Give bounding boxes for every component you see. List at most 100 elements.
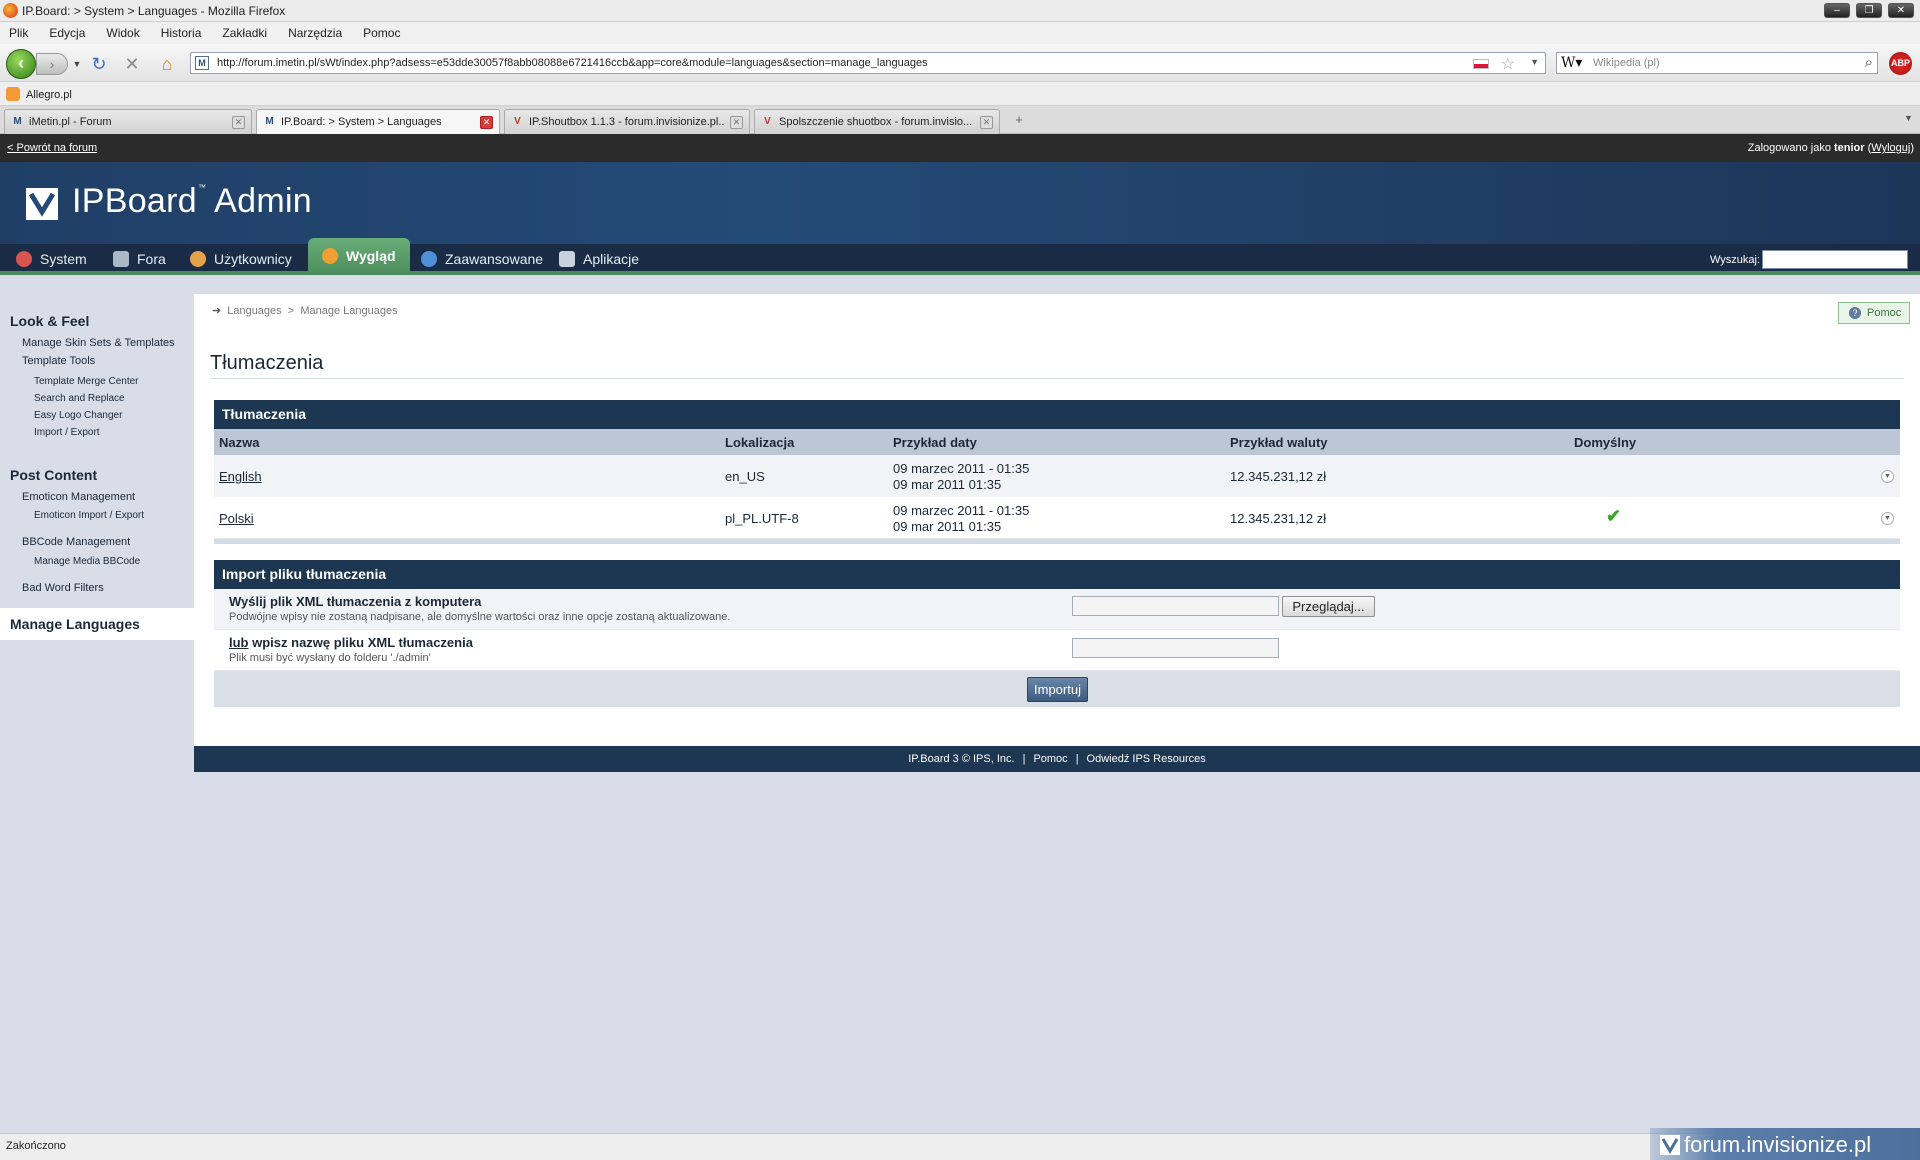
sidebar-item-search-replace[interactable]: Search and Replace [34, 393, 125, 404]
url-bar[interactable]: M http://forum.imetin.pl/sWt/index.php?a… [190, 52, 1546, 74]
language-currency: 12.345.231,12 zł [1230, 511, 1327, 526]
nav-look[interactable]: Wygląd [308, 238, 410, 275]
main-content: ➜ Languages > Manage Languages ? Pomoc Tł… [194, 294, 1920, 746]
menu-edit[interactable]: Edycja [49, 22, 85, 44]
bookmark-star-icon[interactable]: ☆ [1501, 54, 1515, 74]
language-locale: en_US [725, 469, 765, 484]
sidebar-item-import-export[interactable]: Import / Export [34, 427, 100, 438]
search-bar[interactable]: W▾ Wikipedia (pl) ⌕ [1556, 52, 1878, 74]
minimize-button[interactable]: – [1824, 3, 1850, 18]
breadcrumb-languages[interactable]: Languages [227, 305, 281, 317]
import-panel-title: Import pliku tłumaczenia [214, 560, 1900, 589]
site-favicon-icon: M [195, 56, 209, 70]
file-path-input[interactable] [1072, 596, 1279, 616]
window-title: IP.Board: > System > Languages - Mozilla… [22, 4, 286, 18]
tab-imetin-forum[interactable]: M iMetin.pl - Forum ✕ [4, 109, 252, 134]
filename-input[interactable] [1072, 638, 1279, 658]
sidebar-item-emoticon[interactable]: Emoticon Management [22, 491, 135, 503]
languages-table-header: Nazwa Lokalizacja Przykład daty Przykład… [214, 429, 1900, 455]
sidebar-item-bad-word[interactable]: Bad Word Filters [22, 582, 104, 594]
nav-forums[interactable]: Fora [113, 244, 166, 275]
stop-icon[interactable]: ✕ [121, 53, 143, 75]
url-dropdown-icon[interactable]: ▼ [1530, 57, 1539, 67]
allegro-favicon-icon [6, 87, 20, 101]
sidebar-item-manage-languages[interactable]: Manage Languages [0, 608, 194, 640]
close-tab-icon[interactable]: ✕ [730, 116, 743, 129]
breadcrumb-arrow-icon: ➜ [212, 305, 222, 317]
nav-apps[interactable]: Aplikacje [559, 244, 639, 275]
login-prefix: Zalogowano jako [1747, 142, 1831, 154]
sidebar-item-bbcode[interactable]: BBCode Management [22, 536, 130, 548]
tab-ipshoutbox[interactable]: V IP.Shoutbox 1.1.3 - forum.invisionize.… [504, 109, 750, 134]
history-dropdown-icon[interactable]: ▼ [66, 53, 88, 75]
bookmark-allegro[interactable]: Allegro.pl [6, 87, 72, 101]
search-icon[interactable]: ⌕ [1865, 54, 1873, 71]
browse-button[interactable]: Przeglądaj... [1282, 596, 1375, 617]
close-window-button[interactable]: ✕ [1888, 3, 1914, 18]
menu-file[interactable]: Plik [9, 22, 28, 44]
window-titlebar: IP.Board: > System > Languages - Mozilla… [0, 0, 1920, 22]
sidebar-item-skin-sets[interactable]: Manage Skin Sets & Templates [22, 337, 175, 349]
back-button[interactable]: ‹ [6, 49, 36, 79]
close-tab-icon[interactable]: ✕ [980, 116, 993, 129]
close-tab-icon[interactable]: ✕ [480, 116, 493, 129]
footer-help-link[interactable]: Pomoc [1033, 753, 1067, 765]
language-name-link[interactable]: Polski [219, 511, 254, 526]
sidebar-item-emoticon-import[interactable]: Emoticon Import / Export [34, 510, 144, 521]
sidebar: Look & Feel Manage Skin Sets & Templates… [0, 279, 194, 1129]
sidebar-item-merge-center[interactable]: Template Merge Center [34, 376, 139, 387]
nav-system[interactable]: System [16, 244, 87, 275]
menu-tools[interactable]: Narzędzia [288, 22, 342, 44]
column-name: Nazwa [219, 435, 260, 450]
close-tab-icon[interactable]: ✕ [232, 116, 245, 129]
menu-bookmarks[interactable]: Zakładki [222, 22, 267, 44]
language-name-link[interactable]: English [219, 469, 262, 484]
row-options-icon[interactable]: ▼ [1881, 470, 1894, 483]
maximize-button[interactable]: ❐ [1856, 3, 1882, 18]
menu-history[interactable]: Historia [161, 22, 202, 44]
users-icon [190, 251, 206, 267]
tab-spolszczenie[interactable]: V Spolszczenie shuotbox - forum.invisio.… [754, 109, 1000, 134]
username: tenior [1834, 142, 1865, 154]
tab-label: Spolszczenie shuotbox - forum.invisio... [779, 116, 973, 128]
import-button[interactable]: Importuj [1027, 677, 1088, 702]
back-to-forum-link[interactable]: < Powrót na forum [7, 142, 97, 154]
import-file-hint: Podwójne wpisy nie zostaną nadpisane, al… [229, 611, 731, 623]
logout-link[interactable]: Wyloguj [1871, 142, 1910, 154]
tab-list-dropdown-icon[interactable]: ▼ [1904, 113, 1913, 123]
new-tab-icon[interactable]: + [1008, 112, 1030, 130]
language-date-short: 09 mar 2011 01:35 [893, 477, 1002, 492]
admin-search-input[interactable] [1762, 250, 1908, 269]
row-options-icon[interactable]: ▼ [1881, 512, 1894, 525]
sidebar-heading-look-feel: Look & Feel [10, 313, 90, 329]
nav-label: Użytkownicy [214, 251, 292, 267]
logo-name: IPBoard [72, 182, 197, 220]
tab-ipboard-languages[interactable]: M IP.Board: > System > Languages ✕ [256, 109, 500, 135]
logo-text: IPBoard™ Admin [72, 182, 312, 221]
menu-bar: Plik Edycja Widok Historia Zakładki Narzędzia… [0, 22, 1920, 44]
forward-button[interactable]: › [36, 53, 68, 75]
default-check-icon: ✔ [1606, 506, 1622, 526]
footer-sep: | [1022, 753, 1026, 765]
sidebar-item-logo-changer[interactable]: Easy Logo Changer [34, 410, 122, 421]
system-icon [16, 251, 32, 267]
language-currency: 12.345.231,12 zł [1230, 469, 1327, 484]
import-name-row: lub wpisz nazwę pliku XML tłumaczenia Pl… [214, 630, 1900, 671]
nav-users[interactable]: Użytkownicy [190, 244, 292, 275]
sidebar-item-media-bbcode[interactable]: Manage Media BBCode [34, 556, 140, 567]
nav-advanced[interactable]: Zaawansowane [421, 244, 543, 275]
import-file-row: Wyślij plik XML tłumaczenia z komputera … [214, 589, 1900, 630]
tab-bar: M iMetin.pl - Forum ✕ M IP.Board: > Syst… [0, 106, 1920, 135]
sidebar-item-template-tools[interactable]: Template Tools [22, 355, 95, 367]
admin-topbar: < Powrót na forum Zalogowano jako tenior… [0, 134, 1920, 162]
wikipedia-icon[interactable]: W▾ [1561, 55, 1582, 71]
reload-icon[interactable]: ↻ [88, 53, 110, 75]
tab-favicon-icon: M [265, 116, 274, 127]
help-button[interactable]: ? Pomoc [1838, 302, 1910, 324]
home-icon[interactable]: ⌂ [156, 53, 178, 75]
menu-view[interactable]: Widok [106, 22, 139, 44]
footer-resources-link[interactable]: Odwiedź IPS Resources [1087, 753, 1206, 765]
adblock-icon[interactable]: ABP [1887, 50, 1914, 77]
menu-help[interactable]: Pomoc [363, 22, 400, 44]
breadcrumb-manage[interactable]: Manage Languages [300, 305, 397, 317]
